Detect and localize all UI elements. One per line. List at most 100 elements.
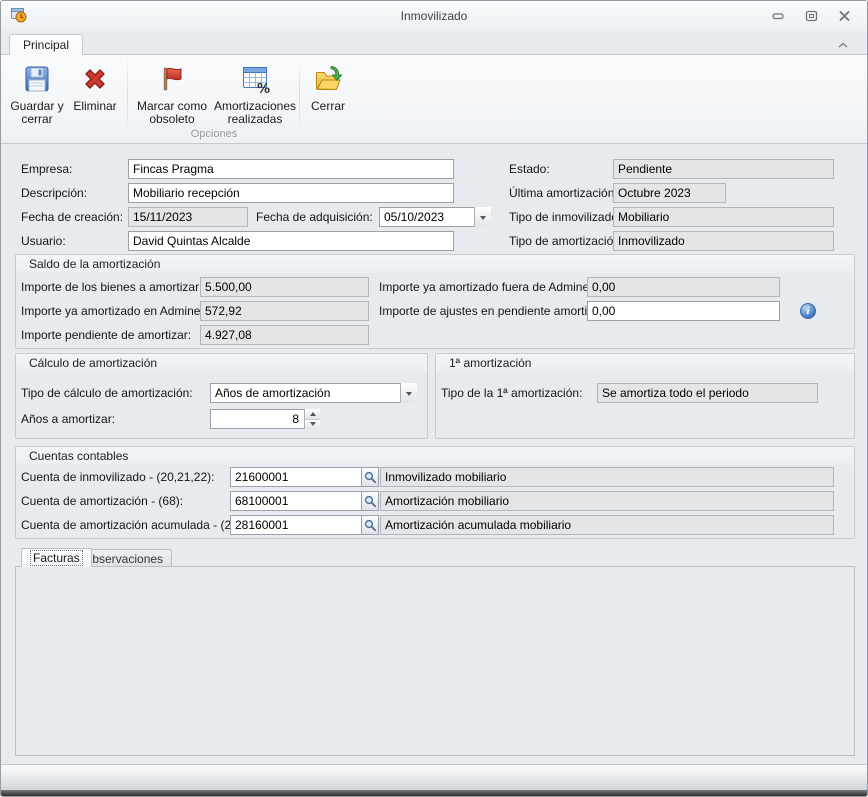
importe-fuera-adminet-value: 0,00 [587, 277, 780, 297]
estado-value: Pendiente [613, 159, 834, 179]
save-icon [21, 63, 53, 95]
flag-icon [156, 63, 188, 95]
tipo-inmovilizado-label: Tipo de inmovilizado: [509, 210, 621, 224]
eliminar-button[interactable]: Eliminar [67, 58, 123, 138]
usuario-input[interactable] [128, 231, 454, 251]
percent-table-icon: % [239, 63, 271, 95]
spinner-up-button[interactable] [305, 409, 320, 419]
amortizaciones-realizadas-button[interactable]: % Amortizaciones realizadas [213, 58, 297, 138]
spinner-down-button[interactable] [305, 419, 320, 430]
empresa-input[interactable] [128, 159, 454, 179]
minimize-button[interactable] [771, 10, 785, 22]
info-glyph: i [806, 305, 809, 317]
fecha-adquisicion-dropdown-button[interactable] [474, 207, 491, 227]
info-icon[interactable]: i [800, 303, 816, 319]
titlebar: Inmovilizado [1, 1, 867, 31]
close-icon [838, 10, 851, 22]
importe-ajustes-label: Importe de ajustes en pendiente amortiza… [379, 304, 607, 318]
tipo-calculo-input[interactable] [210, 383, 417, 403]
restore-icon [805, 10, 818, 22]
ribbon-tab-principal[interactable]: Principal [9, 34, 83, 55]
chevron-down-icon [406, 392, 412, 399]
importe-bienes-value: 5.500,00 [200, 277, 369, 297]
importe-ajustes-input[interactable] [587, 301, 780, 321]
cuenta-amortizacion-desc: Amortización mobiliario [380, 491, 834, 511]
cuenta-inmovilizado-desc: Inmovilizado mobiliario [380, 467, 834, 487]
window-title: Inmovilizado [1, 9, 867, 23]
cuenta-amortizacion-lookup-button[interactable] [361, 491, 379, 511]
marcar-obsoleto-button[interactable]: Marcar como obsoleto [131, 58, 213, 138]
cuenta-inmovilizado-input[interactable] [230, 467, 362, 487]
status-bar [1, 764, 867, 790]
tab-facturas-label: Facturas [30, 550, 83, 566]
ribbon: Guardar y cerrar Eliminar Marcar como ob… [1, 54, 867, 144]
restore-button[interactable] [804, 10, 818, 22]
descripcion-label: Descripción: [21, 186, 87, 200]
cuenta-amortizacion-acumulada-desc: Amortización acumulada mobiliario [380, 515, 834, 535]
anos-amortizar-spinner [210, 409, 320, 429]
amortizaciones-realizadas-label: Amortizaciones realizadas [213, 100, 297, 126]
ribbon-group-caption: Opciones [129, 128, 299, 143]
close-folder-icon [312, 63, 344, 95]
importe-fuera-adminet-label: Importe ya amortizado fuera de Adminet: [379, 280, 596, 294]
chevron-down-icon [480, 216, 486, 223]
saldo-group-title: Saldo de la amortización [16, 255, 854, 273]
tipo-amortizacion-value: Inmovilizado [613, 231, 834, 251]
search-icon [364, 519, 377, 532]
importe-pendiente-value: 4.927,08 [200, 325, 369, 345]
tab-facturas[interactable]: Facturas [21, 548, 92, 567]
search-icon [364, 495, 377, 508]
ribbon-separator [127, 59, 128, 137]
tipo-amortizacion-label: Tipo de amortización: [509, 234, 623, 248]
fecha-creacion-value: 15/11/2023 [128, 207, 248, 227]
cuenta-amortizacion-acumulada-label: Cuenta de amortización acumulada - (28): [21, 518, 245, 532]
guardar-cerrar-button[interactable]: Guardar y cerrar [9, 58, 65, 138]
usuario-label: Usuario: [21, 234, 66, 248]
svg-text:%: % [257, 82, 270, 95]
minimize-icon [772, 10, 785, 22]
calculo-group-title: Cálculo de amortización [16, 354, 427, 372]
estado-label: Estado: [509, 162, 550, 176]
empresa-label: Empresa: [21, 162, 72, 176]
ribbon-separator [299, 59, 300, 137]
window-bottom-edge [1, 790, 867, 797]
importe-amortizado-adminet-label: Importe ya amortizado en Adminet: [21, 304, 207, 318]
cuenta-inmovilizado-label: Cuenta de inmovilizado - (20,21,22): [21, 470, 214, 484]
fecha-creacion-label: Fecha de creación: [21, 210, 123, 224]
inmovilizado-window: Inmovilizado Principal [0, 0, 868, 797]
cuenta-amortizacion-acumulada-lookup-button[interactable] [361, 515, 379, 535]
fecha-adquisicion-label: Fecha de adquisición: [256, 210, 373, 224]
guardar-cerrar-label: Guardar y cerrar [9, 100, 65, 126]
ultima-amortizacion-value: Octubre 2023 [613, 183, 726, 203]
cuenta-inmovilizado-lookup-button[interactable] [361, 467, 379, 487]
close-button[interactable] [837, 10, 851, 22]
importe-amortizado-adminet-value: 572,92 [200, 301, 369, 321]
chevron-up-icon [837, 41, 849, 49]
tipo-calculo-label: Tipo de cálculo de amortización: [21, 386, 193, 400]
eliminar-label: Eliminar [73, 100, 116, 113]
descripcion-input[interactable] [128, 183, 454, 203]
anos-amortizar-label: Años a amortizar: [21, 412, 115, 426]
chevron-up-icon [310, 409, 316, 416]
tipo-primera-amortizacion-value: Se amortiza todo el periodo [597, 383, 818, 403]
primera-amortizacion-title: 1ª amortización [436, 354, 854, 372]
tipo-inmovilizado-value: Mobiliario [613, 207, 834, 227]
cuentas-group-title: Cuentas contables [16, 447, 854, 465]
collapse-ribbon-button[interactable] [837, 38, 849, 52]
cerrar-button[interactable]: Cerrar [303, 58, 353, 138]
importe-bienes-label: Importe de los bienes a amortizar: [21, 280, 202, 294]
cuenta-amortizacion-input[interactable] [230, 491, 362, 511]
tipo-calculo-combo [210, 383, 417, 403]
cerrar-label: Cerrar [311, 100, 345, 113]
search-icon [364, 471, 377, 484]
cuenta-amortizacion-acumulada-input[interactable] [230, 515, 362, 535]
chevron-down-icon [310, 422, 316, 429]
marcar-obsoleto-label: Marcar como obsoleto [131, 100, 213, 126]
importe-pendiente-label: Importe pendiente de amortizar: [21, 328, 191, 342]
fecha-adquisicion-picker [379, 207, 491, 227]
tipo-primera-amortizacion-label: Tipo de la 1ª amortización: [441, 386, 582, 400]
delete-icon [79, 63, 111, 95]
tipo-calculo-dropdown-button[interactable] [400, 383, 417, 403]
facturas-tab-panel [15, 566, 855, 756]
tab-observaciones-label: Observaciones [83, 552, 163, 566]
